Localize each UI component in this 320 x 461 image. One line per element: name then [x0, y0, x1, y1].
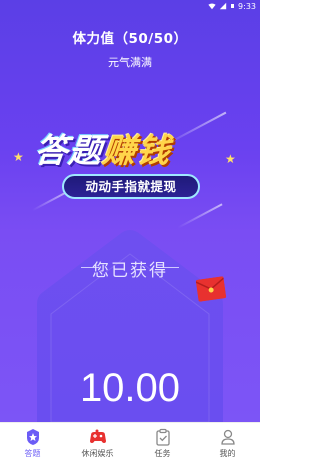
- status-time: 9:33: [238, 1, 256, 11]
- clipboard-icon: [155, 428, 170, 446]
- main-screen: 9:33 体力值（50/50） 元气满满 ★ ★ 答题赚钱 动动手指就提现 您已…: [0, 0, 260, 422]
- red-envelope-icon[interactable]: [195, 276, 227, 302]
- battery-icon: [231, 4, 235, 8]
- tab-label: 答题: [24, 449, 41, 458]
- signal-icon: [219, 2, 227, 10]
- tab-label: 休闲娱乐: [81, 449, 114, 458]
- tab-label: 我的: [219, 449, 236, 458]
- banner-title: 答题赚钱: [32, 124, 173, 172]
- quiz-icon: [26, 429, 39, 445]
- stamina-status: 元气满满: [108, 56, 152, 69]
- tab-label: 任务: [154, 449, 171, 458]
- star-icon: ★: [13, 150, 24, 164]
- gamepad-icon: [89, 429, 106, 443]
- wifi-icon: [208, 3, 216, 10]
- status-bar: 9:33: [0, 0, 260, 12]
- stamina-value: 体力值（50/50）: [72, 31, 188, 47]
- star-icon: ★: [225, 152, 236, 166]
- tab-quiz[interactable]: 答题: [0, 423, 65, 461]
- tab-profile[interactable]: 我的: [195, 423, 260, 461]
- banner-subtitle: 动动手指就提现: [62, 174, 200, 199]
- tab-tasks[interactable]: 任务: [130, 423, 195, 461]
- bottom-tab-bar: 答题 休闲娱乐 任务 我的: [0, 422, 260, 461]
- banner: ★ ★ 答题赚钱: [13, 122, 237, 178]
- banner-title-part2: 赚钱: [100, 131, 173, 170]
- earned-amount: 10.00: [79, 366, 181, 410]
- light-streak: [31, 190, 69, 212]
- banner-title-part1: 答题: [32, 131, 105, 170]
- tab-leisure[interactable]: 休闲娱乐: [65, 423, 130, 461]
- light-streak: [177, 203, 223, 229]
- user-icon: [220, 429, 235, 445]
